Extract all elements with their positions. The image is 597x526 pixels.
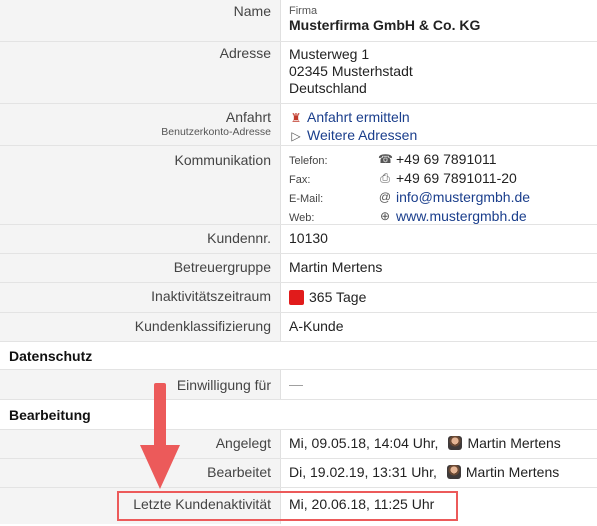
communication-grid: Telefon: ☎ +49 69 7891011 Fax: ⎙ +49 69 … [289,151,597,227]
phone-icon: ☎ [378,152,393,166]
row-edited: Bearbeitet Di, 19.02.19, 13:31 Uhr, Marti… [0,459,597,488]
edited-value-cell: Di, 19.02.19, 13:31 Uhr, Martin Mertens [281,459,597,487]
email-key: E-Mail: [289,193,324,205]
edited-user: Martin Mertens [465,464,560,480]
inactivity-value: 365 Tage [309,289,367,305]
get-directions-link[interactable]: Anfahrt ermitteln [307,109,410,125]
row-inactivity: Inaktivitätszeitraum 365 Tage [0,283,597,313]
privacy-heading: Datenschutz [0,342,597,370]
classification-label: Kundenklassifizierung [0,313,281,341]
row-created: Angelegt Mi, 09.05.18, 14:04 Uhr, Martin … [0,430,597,459]
company-name: Musterfirma GmbH & Co. KG [289,17,481,33]
avatar [446,465,461,479]
row-name: Name Firma Musterfirma GmbH & Co. KG [0,0,597,42]
row-communication: Kommunikation Telefon: ☎ +49 69 7891011 … [0,146,597,225]
fax-icon: ⎙ [380,171,390,185]
directions-sublabel: Benutzerkonto-Adresse [161,126,271,138]
company-type: Firma [289,5,318,17]
directions-value: ♜ Anfahrt ermitteln ▷ Weitere Adressen [281,104,597,145]
row-supervisor-group: Betreuergruppe Martin Mertens [0,254,597,283]
phone-key: Telefon: [289,155,328,167]
annotation-arrow-icon [140,383,180,489]
inactivity-label: Inaktivitätszeitraum [0,283,281,312]
consent-value: — [289,376,303,392]
phone-value: +49 69 7891011 [396,151,497,167]
name-value: Firma Musterfirma GmbH & Co. KG [281,0,597,41]
name-label: Name [0,0,281,41]
communication-label: Kommunikation [0,146,281,224]
address-city: 02345 Musterhstadt [289,63,413,79]
inactivity-status-swatch [289,290,304,305]
row-directions: Anfahrt Benutzerkonto-Adresse ♜ Anfahrt e… [0,104,597,146]
play-icon: ▷ [291,129,301,143]
directions-label: Anfahrt [225,109,271,125]
created-user: Martin Mertens [467,435,561,451]
customer-detail-table: Name Firma Musterfirma GmbH & Co. KG Adr… [0,0,597,524]
directions-label-cell: Anfahrt Benutzerkonto-Adresse [0,104,281,145]
address-country: Deutschland [289,80,367,96]
directions-link-row: ♜ Anfahrt ermitteln [289,109,597,127]
edited-value: Di, 19.02.19, 13:31 Uhr, [289,464,437,480]
at-icon: @ [378,190,392,204]
email-link[interactable]: info@mustergmbh.de [396,189,597,208]
classification-value: A-Kunde [289,318,344,334]
avatar [448,436,463,450]
more-addresses-link[interactable]: Weitere Adressen [307,127,417,143]
editing-heading: Bearbeitung [0,400,597,430]
route-icon: ♜ [290,111,302,125]
address-value: Musterweg 1 02345 Musterhstadt Deutschla… [281,42,597,103]
row-classification: Kundenklassifizierung A-Kunde [0,313,597,342]
communication-value: Telefon: ☎ +49 69 7891011 Fax: ⎙ +49 69 … [281,146,597,224]
row-customer-number: Kundennr. 10130 [0,225,597,254]
address-street: Musterweg 1 [289,46,370,62]
fax-value: +49 69 7891011-20 [396,170,517,186]
highlight-box [117,491,458,521]
row-consent: Einwilligung für — [0,370,597,400]
row-address: Adresse Musterweg 1 02345 Musterhstadt D… [0,42,597,104]
customer-number-label: Kundennr. [0,225,281,253]
created-value: Mi, 09.05.18, 14:04 Uhr, [289,435,439,451]
inactivity-value-cell: 365 Tage [281,283,597,312]
customer-number-value: 10130 [289,230,328,246]
more-addresses-row: ▷ Weitere Adressen [289,127,597,145]
supervisor-group-label: Betreuergruppe [0,254,281,282]
created-value-cell: Mi, 09.05.18, 14:04 Uhr, Martin Mertens [281,430,597,458]
address-label: Adresse [0,42,281,103]
supervisor-group-value: Martin Mertens [289,259,383,275]
fax-key: Fax: [289,174,311,186]
